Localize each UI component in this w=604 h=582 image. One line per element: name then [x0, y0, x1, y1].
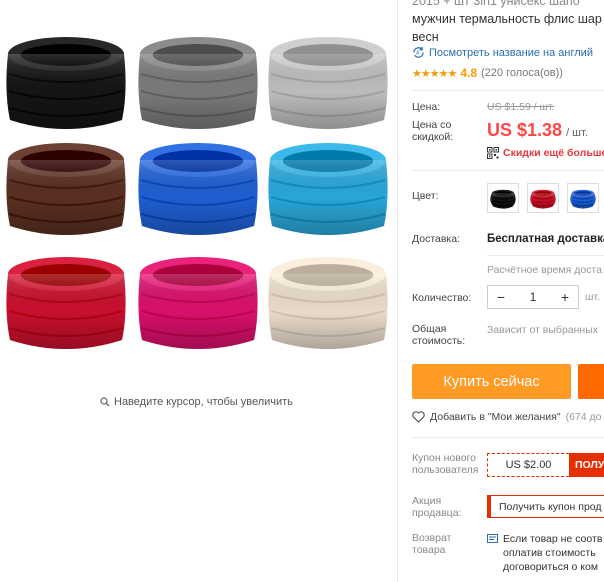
- scarf-image: [138, 37, 258, 129]
- discount-label-line: скидкой:: [412, 131, 454, 143]
- scarf-image: [6, 143, 126, 235]
- product-title: 2015 + шт 3in1 унисекс шапо мужчин терма…: [412, 0, 604, 46]
- wishlist-link[interactable]: Добавить в "Мои желания" (674 до: [412, 411, 602, 423]
- promo-label-line: продавца:: [412, 507, 462, 519]
- swatch-image: [490, 189, 516, 209]
- rating[interactable]: ★★★★★ 4.8 (220 голоса(ов)): [412, 66, 563, 80]
- translate-link-text[interactable]: Посмотреть название на англий: [429, 47, 593, 59]
- shipping-value[interactable]: Бесплатная доставка: [487, 233, 604, 245]
- panel-divider: [397, 0, 398, 582]
- translate-icon: A: [413, 46, 424, 58]
- rating-stars-icon: ★★★★★: [412, 67, 457, 80]
- return-label-line: Возврат: [412, 532, 452, 544]
- scarf-image: [138, 257, 258, 349]
- discount-label-line: Цена со: [412, 119, 452, 131]
- color-label: Цвет:: [412, 190, 439, 202]
- quantity-increase-button[interactable]: +: [558, 289, 572, 305]
- translate-link[interactable]: A Посмотреть название на англий: [412, 46, 593, 59]
- return-policy: Если товар не соотв оплатив стоимость до…: [487, 532, 602, 574]
- sale-price: US $1.38 / шт.: [487, 120, 588, 141]
- swatch-image: [530, 189, 556, 209]
- divider: [412, 437, 604, 438]
- discount-label: Цена со скидкой:: [412, 119, 453, 143]
- quantity-decrease-button[interactable]: −: [494, 289, 508, 305]
- promo-label-line: Акция: [412, 495, 442, 507]
- coupon-value: US $2.00: [487, 453, 569, 477]
- color-swatch-black[interactable]: [487, 183, 519, 213]
- color-swatch-blue[interactable]: [567, 183, 599, 213]
- divider: [487, 255, 604, 256]
- title-line: 2015 + шт 3in1 унисекс шапо: [412, 0, 580, 8]
- return-text-line: Если товар не соотв: [503, 533, 603, 545]
- svg-text:A: A: [416, 50, 420, 56]
- wishlist-text[interactable]: Добавить в "Мои желания": [430, 411, 561, 423]
- magnifier-icon: [100, 397, 110, 407]
- return-text-line: оплатив стоимость: [503, 547, 596, 559]
- price-label: Цена:: [412, 101, 441, 113]
- title-line: мужчин термальность флис шар: [412, 12, 602, 26]
- product-image[interactable]: [0, 0, 396, 380]
- shipping-label: Доставка:: [412, 233, 461, 245]
- quantity-unit: шт.: [585, 291, 600, 303]
- total-value: Зависит от выбранных: [487, 324, 599, 336]
- get-coupon-button[interactable]: ПОЛУЧ: [569, 453, 604, 477]
- new-user-coupon[interactable]: US $2.00 ПОЛУЧ: [487, 453, 604, 477]
- price-unit: / шт.: [566, 127, 588, 139]
- qr-code-icon: [487, 147, 499, 159]
- quantity-label: Количество:: [412, 292, 472, 304]
- zoom-hint-text: Наведите курсор, чтобы увеличить: [114, 396, 293, 408]
- total-label-line: стоимость:: [412, 335, 466, 347]
- divider: [412, 90, 604, 91]
- product-gallery[interactable]: Наведите курсор, чтобы увеличить: [0, 0, 396, 582]
- return-icon: [487, 534, 498, 543]
- old-price: US $1.59 / шт.: [487, 101, 555, 113]
- new-user-coupon-label: Купон нового пользователя: [412, 452, 479, 476]
- scarf-image: [138, 143, 258, 235]
- coupon-label-line: Купон нового: [412, 452, 476, 464]
- quantity-input[interactable]: 1: [530, 290, 537, 304]
- scarf-image: [570, 189, 596, 209]
- qr-discount-text[interactable]: Скидки ещё больше: [503, 147, 604, 159]
- zoom-hint: Наведите курсор, чтобы увеличить: [100, 396, 293, 408]
- shipping-time: Расчётное время доста: [487, 264, 602, 276]
- add-to-cart-button[interactable]: [578, 364, 604, 399]
- total-label: Общая стоимость:: [412, 323, 465, 347]
- buy-now-button[interactable]: Купить сейчас: [412, 364, 571, 399]
- return-label-line: товара: [412, 544, 446, 556]
- color-swatch-red[interactable]: [527, 183, 559, 213]
- scarf-image: [268, 37, 388, 129]
- price-value: US $1.38: [487, 120, 563, 140]
- scarf-image: [6, 257, 126, 349]
- total-label-line: Общая: [412, 323, 447, 335]
- coupon-label-line: пользователя: [412, 464, 479, 476]
- return-text-line: договориться о ком: [503, 561, 599, 573]
- title-line: весн: [412, 30, 439, 44]
- seller-coupon-button[interactable]: Получить купон прод: [487, 495, 604, 518]
- product-info-panel: 2015 + шт 3in1 унисекс шапо мужчин терма…: [412, 0, 604, 582]
- scarf-image: [268, 257, 388, 349]
- rating-value: 4.8: [460, 66, 477, 80]
- rating-votes[interactable]: (220 голоса(ов)): [481, 67, 563, 79]
- scarf-image: [268, 143, 388, 235]
- scarf-image: [490, 189, 516, 209]
- swatch-image: [570, 189, 596, 209]
- heart-icon: [412, 411, 425, 423]
- scarf-image: [530, 189, 556, 209]
- wishlist-count: (674 до: [565, 411, 602, 423]
- scarf-image: [6, 37, 126, 129]
- seller-promo-label: Акция продавца:: [412, 495, 461, 519]
- return-label: Возврат товара: [412, 532, 451, 556]
- qr-discount-link[interactable]: Скидки ещё больше: [487, 147, 604, 159]
- quantity-stepper[interactable]: − 1 +: [487, 285, 579, 309]
- divider: [412, 170, 604, 171]
